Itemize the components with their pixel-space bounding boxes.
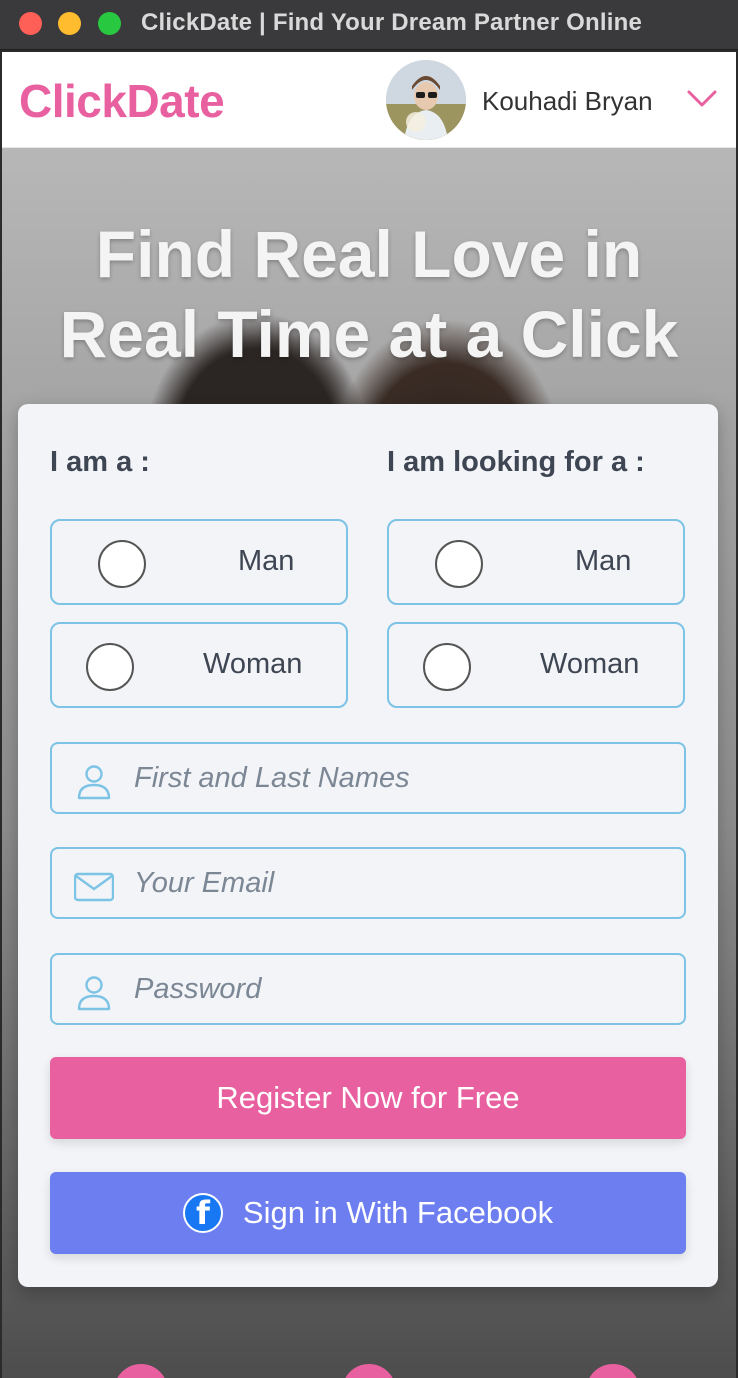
i-am-man-option[interactable]: Man (50, 519, 348, 605)
window-title: ClickDate | Find Your Dream Partner Onli… (141, 9, 643, 36)
chevron-down-icon[interactable] (686, 88, 718, 110)
envelope-icon (74, 872, 114, 902)
name-field[interactable] (50, 742, 686, 814)
hero-title: Find Real Love in Real Time at a Click (2, 214, 736, 374)
facebook-button-label: Sign in With Facebook (242, 1195, 554, 1230)
user-icon (77, 765, 111, 800)
radio-button[interactable] (86, 643, 134, 691)
decorative-dot (342, 1364, 396, 1378)
password-field[interactable] (50, 953, 686, 1025)
window-titlebar: ClickDate | Find Your Dream Partner Onli… (0, 0, 738, 50)
looking-for-man-option[interactable]: Man (387, 519, 685, 605)
option-label: Woman (203, 648, 303, 680)
radio-button[interactable] (98, 540, 146, 588)
navbar: ClickDate Kouhadi Bryan (2, 52, 736, 148)
decorative-dot (114, 1364, 168, 1378)
avatar-photo (386, 60, 466, 140)
i-am-label: I am a : (50, 446, 150, 478)
radio-button[interactable] (423, 643, 471, 691)
radio-button[interactable] (435, 540, 483, 588)
user-icon (77, 976, 111, 1011)
facebook-signin-button[interactable]: f Sign in With Facebook (50, 1172, 686, 1254)
hero-title-line1: Find Real Love in (95, 217, 643, 291)
user-name[interactable]: Kouhadi Bryan (482, 86, 653, 117)
email-field[interactable] (50, 847, 686, 919)
register-button[interactable]: Register Now for Free (50, 1057, 686, 1139)
brand-logo[interactable]: ClickDate (19, 74, 225, 128)
decorative-dot (586, 1364, 640, 1378)
maximize-window-button[interactable] (98, 12, 121, 35)
facebook-icon: f (182, 1193, 223, 1233)
option-label: Man (575, 545, 632, 577)
option-label: Woman (540, 648, 640, 680)
email-input[interactable] (134, 849, 674, 917)
hero-title-line2: Real Time at a Click (59, 297, 679, 371)
password-input[interactable] (134, 955, 674, 1023)
registration-form: I am a : I am looking for a : Man Woman … (18, 404, 718, 1287)
avatar[interactable] (386, 60, 466, 140)
name-input[interactable] (134, 744, 674, 812)
minimize-window-button[interactable] (58, 12, 81, 35)
i-am-woman-option[interactable]: Woman (50, 622, 348, 708)
looking-for-woman-option[interactable]: Woman (387, 622, 685, 708)
register-button-label: Register Now for Free (216, 1080, 520, 1115)
close-window-button[interactable] (19, 12, 42, 35)
option-label: Man (238, 545, 295, 577)
looking-for-label: I am looking for a : (387, 446, 645, 478)
